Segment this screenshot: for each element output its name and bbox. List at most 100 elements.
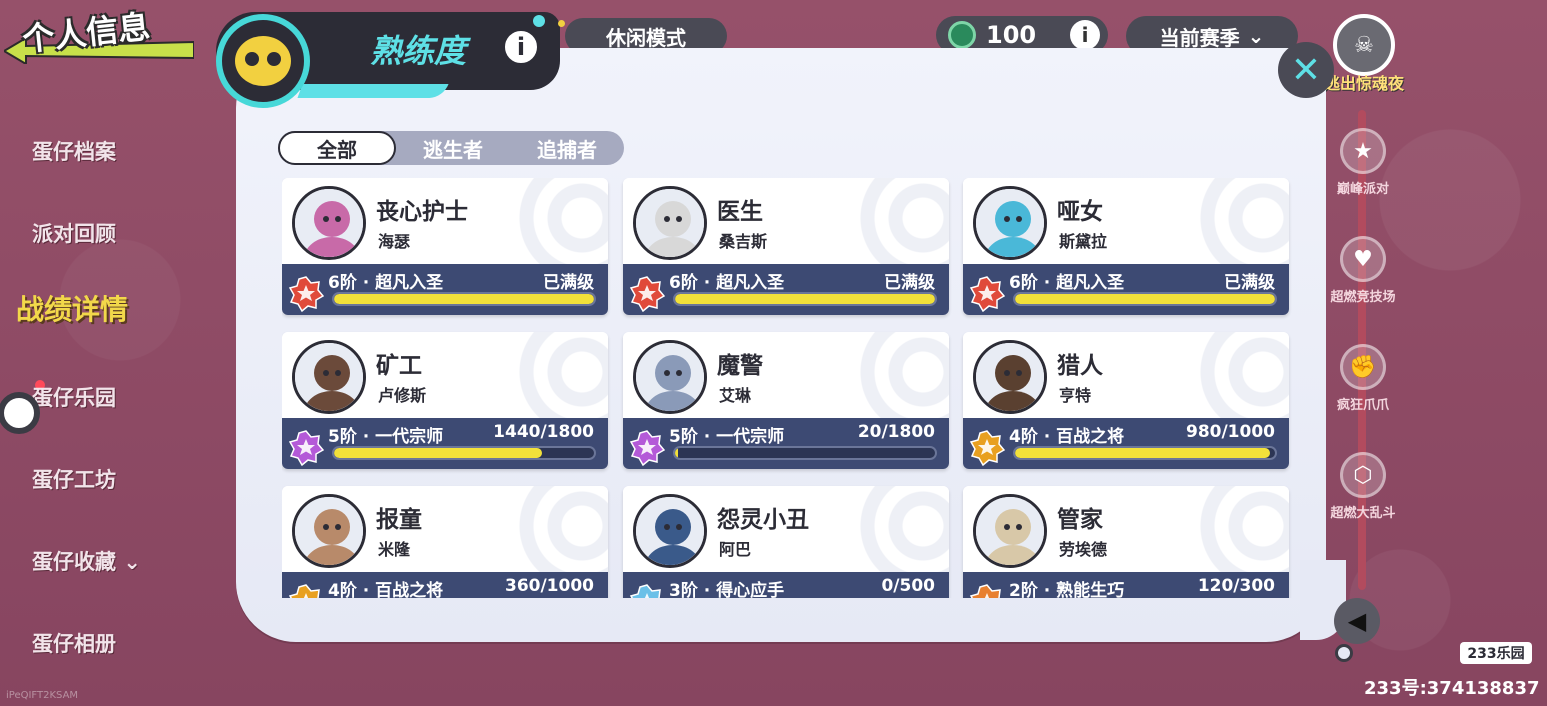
sparkle-decoration: [533, 15, 545, 27]
card-footer: 3阶 · 得心应手 0/500: [623, 572, 949, 598]
role-character-name: 米隆: [378, 540, 411, 559]
sidebar-item-label: 蛋仔收藏: [32, 550, 116, 574]
progress-bar: [332, 446, 596, 460]
progress-bar: [673, 292, 937, 306]
sidebar-item-workshop[interactable]: 蛋仔工坊: [32, 464, 116, 494]
card-header: 怨灵小丑 阿巴: [623, 486, 949, 572]
card-header: 报童 米隆: [282, 486, 608, 572]
rank-label: 2阶 · 熟能生巧: [1009, 581, 1125, 598]
rank-badge-icon: [288, 584, 320, 598]
rank-label: 3阶 · 得心应手: [669, 581, 785, 598]
role-name: 魔警: [717, 353, 763, 379]
tab-hunter[interactable]: 追捕者: [510, 131, 624, 165]
coin-icon: [948, 21, 976, 49]
rank-label: 6阶 · 超凡入圣: [1009, 273, 1125, 293]
rank-badge-icon: [288, 430, 324, 466]
card-footer: 6阶 · 超凡入圣 已满级: [623, 264, 949, 315]
role-name: 医生: [717, 199, 763, 225]
role-avatar: [292, 340, 366, 414]
device-id-text: iPeQIFT2KSAM: [6, 690, 79, 701]
role-avatar: [633, 340, 707, 414]
rank-badge-icon: [969, 584, 1001, 598]
floating-assistant-button[interactable]: [0, 392, 40, 434]
event-item-peak-party[interactable]: ★ 巅峰派对: [1318, 128, 1408, 197]
card-footer: 5阶 · 一代宗师 20/1800: [623, 418, 949, 469]
sidebar-item-collection[interactable]: 蛋仔收藏 ⌄: [32, 546, 141, 576]
sidebar-item-album[interactable]: 蛋仔相册: [32, 628, 116, 658]
role-card[interactable]: 怨灵小丑 阿巴 3阶 · 得心应手 0/500: [623, 486, 949, 598]
progress-bar-fill: [675, 294, 935, 304]
app-watermark-id: 233号:374138837: [1364, 678, 1540, 699]
progress-value: 20/1800: [857, 422, 935, 442]
role-avatar: [973, 186, 1047, 260]
rank-label: 4阶 · 百战之将: [328, 581, 444, 598]
role-filter-tabs: 全部 逃生者 追捕者: [278, 131, 624, 165]
tab-all[interactable]: 全部: [278, 131, 396, 165]
proficiency-card-grid[interactable]: 丧心护士 海瑟 6阶 · 超凡入圣 已满级 医生 桑吉斯 6阶 · 超凡入圣 已…: [282, 178, 1292, 598]
chevron-down-icon: ⌄: [1247, 24, 1265, 48]
event-label: 巅峰派对: [1336, 182, 1389, 197]
sidebar-item-profile[interactable]: 蛋仔档案: [32, 136, 116, 166]
progress-value: 已满级: [543, 273, 594, 293]
rank-label: 6阶 · 超凡入圣: [669, 273, 785, 293]
role-avatar: [292, 186, 366, 260]
progress-bar-fill: [334, 448, 542, 458]
season-label: 当前赛季: [1159, 25, 1240, 50]
role-name: 丧心护士: [376, 199, 468, 225]
card-header: 丧心护士 海瑟: [282, 178, 608, 264]
proficiency-emblem-icon: [216, 14, 310, 108]
progress-value: 120/300: [1197, 576, 1275, 596]
info-icon[interactable]: i: [502, 28, 540, 66]
rank-badge-icon: [969, 430, 1005, 466]
role-card[interactable]: 管家 劳埃德 2阶 · 熟能生巧 120/300: [963, 486, 1289, 598]
progress-value: 360/1000: [504, 576, 594, 596]
progress-bar-fill: [334, 294, 594, 304]
role-card[interactable]: 医生 桑吉斯 6阶 · 超凡入圣 已满级: [623, 178, 949, 315]
progress-value: 980/1000: [1185, 422, 1275, 442]
tab-survivor[interactable]: 逃生者: [396, 131, 510, 165]
progress-bar: [1013, 292, 1277, 306]
role-avatar: [973, 494, 1047, 568]
rank-badge-icon: [969, 276, 1005, 312]
card-footer: 4阶 · 百战之将 360/1000: [282, 572, 608, 598]
card-header: 魔警 艾琳: [623, 332, 949, 418]
role-card[interactable]: 魔警 艾琳 5阶 · 一代宗师 20/1800: [623, 332, 949, 469]
close-button[interactable]: ✕: [1278, 42, 1334, 98]
role-card[interactable]: 报童 米隆 4阶 · 百战之将 360/1000: [282, 486, 608, 598]
currency-info-icon[interactable]: i: [1070, 20, 1100, 50]
progress-bar-fill: [675, 448, 678, 458]
brawl-icon: ⬡: [1340, 452, 1386, 498]
collapse-arrow-button[interactable]: ◀: [1334, 598, 1380, 644]
rank-badge-icon: [629, 430, 665, 466]
card-footer: 2阶 · 熟能生巧 120/300: [963, 572, 1289, 598]
progress-bar-fill: [1015, 294, 1275, 304]
progress-bar-fill: [1015, 448, 1270, 458]
role-card[interactable]: 哑女 斯黛拉 6阶 · 超凡入圣 已满级: [963, 178, 1289, 315]
role-name: 哑女: [1057, 199, 1103, 225]
event-item-arena[interactable]: ♥ 超燃竞技场: [1318, 236, 1408, 305]
rank-label: 6阶 · 超凡入圣: [328, 273, 444, 293]
event-label: 超燃竞技场: [1330, 290, 1396, 305]
card-footer: 6阶 · 超凡入圣 已满级: [963, 264, 1289, 315]
role-avatar: [292, 494, 366, 568]
event-item-claw[interactable]: ✊ 疯狂爪爪: [1318, 344, 1408, 413]
app-watermark-badge: 233乐园: [1460, 642, 1532, 664]
role-card[interactable]: 矿工 卢修斯 5阶 · 一代宗师 1440/1800: [282, 332, 608, 469]
event-item-brawl[interactable]: ⬡ 超燃大乱斗: [1318, 452, 1408, 521]
role-character-name: 劳埃德: [1059, 540, 1108, 559]
currency-amount: 100: [986, 21, 1037, 49]
card-header: 医生 桑吉斯: [623, 178, 949, 264]
sidebar-item-park[interactable]: 蛋仔乐园: [32, 382, 116, 412]
rank-label: 4阶 · 百战之将: [1009, 427, 1125, 447]
sidebar-item-records[interactable]: 战绩详情: [16, 288, 128, 328]
sidebar-item-review[interactable]: 派对回顾: [32, 218, 116, 248]
card-header: 矿工 卢修斯: [282, 332, 608, 418]
role-character-name: 卢修斯: [378, 386, 427, 405]
role-character-name: 桑吉斯: [719, 232, 768, 251]
role-card[interactable]: 猎人 亨特 4阶 · 百战之将 980/1000: [963, 332, 1289, 469]
role-card[interactable]: 丧心护士 海瑟 6阶 · 超凡入圣 已满级: [282, 178, 608, 315]
card-header: 猎人 亨特: [963, 332, 1289, 418]
role-character-name: 阿巴: [719, 540, 752, 559]
role-name: 猎人: [1057, 353, 1103, 379]
role-character-name: 艾琳: [719, 386, 752, 405]
